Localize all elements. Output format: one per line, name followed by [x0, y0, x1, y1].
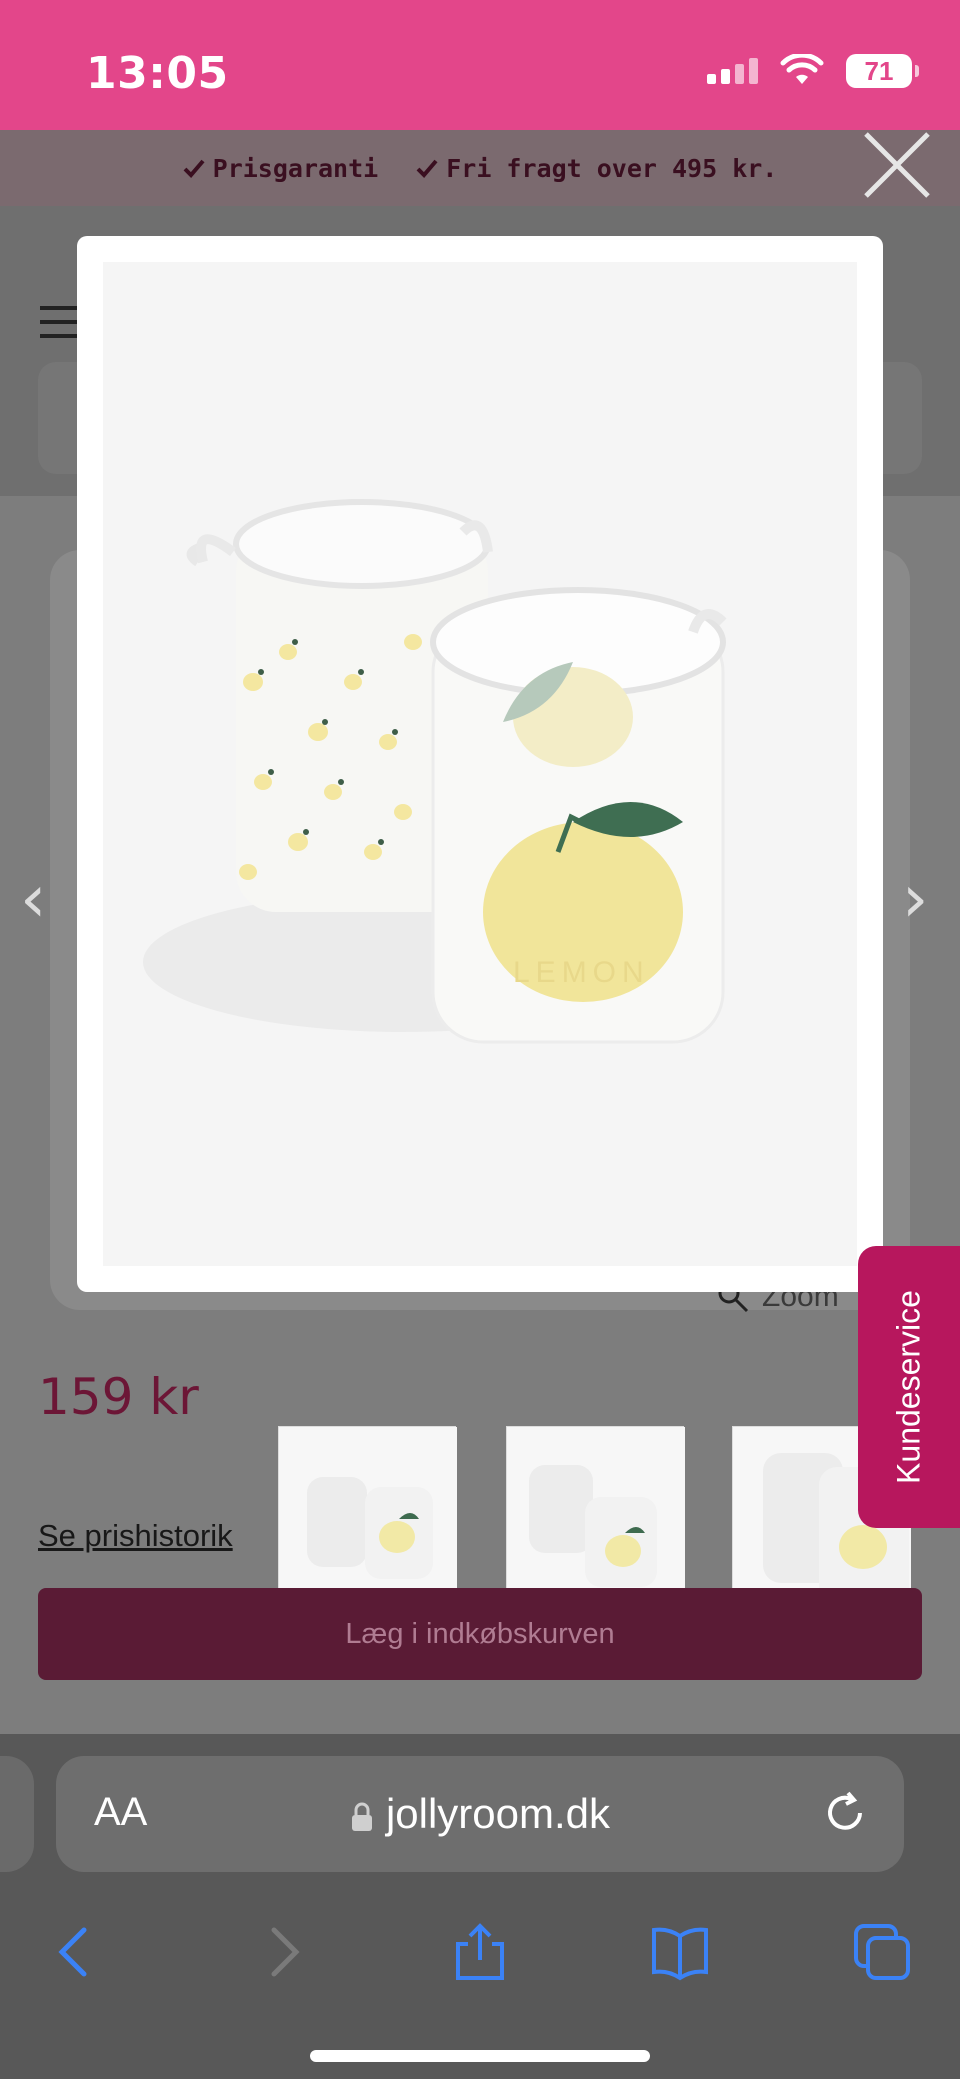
reload-icon[interactable]: [822, 1790, 868, 1836]
url-field[interactable]: jollyroom.dk: [56, 1790, 904, 1838]
promo-bar: Prisgaranti Fri fragt over 495 kr.: [0, 130, 960, 206]
home-indicator: [310, 2050, 650, 2062]
url-text: jollyroom.dk: [385, 1790, 611, 1837]
checkmark-icon: [183, 159, 205, 178]
menu-icon[interactable]: [40, 306, 80, 348]
back-icon[interactable]: [46, 1922, 106, 1982]
customer-service-label: Kundeservice: [890, 1290, 927, 1484]
browser-toolbar: AA jollyroom.dk: [0, 1734, 960, 2079]
status-time: 13:05: [86, 48, 229, 99]
thumbnail-1[interactable]: [278, 1426, 457, 1605]
image-lightbox: LEMON: [77, 236, 883, 1292]
price-history-link[interactable]: Se prishistorik: [38, 1518, 233, 1554]
battery-icon: 71: [846, 54, 919, 88]
promo-text: Prisgaranti: [212, 153, 379, 183]
safari-nav-toolbar: [0, 1904, 960, 1994]
checkmark-icon: [416, 159, 438, 178]
product-image: LEMON: [103, 262, 857, 1266]
share-icon[interactable]: [450, 1922, 510, 1982]
thumbnail-2[interactable]: [506, 1426, 685, 1605]
promo-item-free-shipping: Fri fragt over 495 kr.: [416, 154, 777, 183]
lock-icon: [351, 1802, 372, 1831]
add-to-cart-button[interactable]: Læg i indkøbskurven: [38, 1588, 922, 1680]
laundry-baskets-image: LEMON: [103, 262, 857, 1266]
promo-item-prisgaranti: Prisgaranti: [183, 153, 379, 183]
promo-text: Fri fragt over 495 kr.: [446, 153, 778, 183]
status-icons: 71: [707, 54, 919, 88]
cellular-signal-icon: [707, 58, 758, 84]
bookmarks-icon[interactable]: [650, 1922, 710, 1982]
forward-icon[interactable]: [252, 1922, 312, 1982]
tabs-icon[interactable]: [852, 1922, 912, 1982]
customer-service-tab[interactable]: Kundeservice: [858, 1246, 960, 1528]
wifi-icon: [780, 54, 824, 84]
chevron-right-icon[interactable]: ›: [902, 860, 928, 937]
previous-tab-preview[interactable]: [0, 1756, 34, 1872]
address-bar[interactable]: AA jollyroom.dk: [56, 1756, 904, 1872]
chevron-left-icon[interactable]: ‹: [20, 860, 46, 937]
status-bar: 13:05 71: [0, 0, 960, 130]
thumbnail-image: [279, 1427, 457, 1605]
lemon-text: LEMON: [513, 956, 650, 989]
product-price: 159 kr: [38, 1368, 199, 1426]
close-icon[interactable]: [862, 130, 932, 200]
thumbnail-image: [507, 1427, 685, 1605]
